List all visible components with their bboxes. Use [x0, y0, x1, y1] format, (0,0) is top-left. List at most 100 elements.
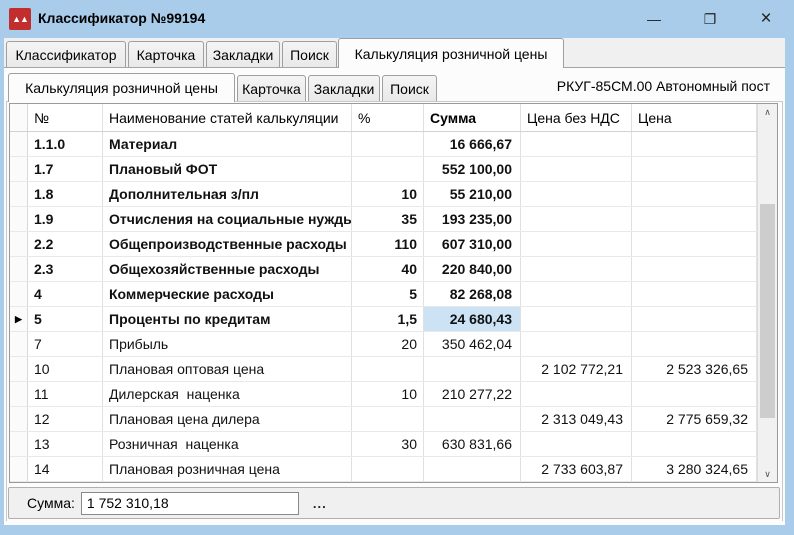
cell-price-no-vat[interactable]: 2 733 603,87 — [521, 457, 632, 481]
table-row[interactable]: 2.2Общепроизводственные расходы110607 31… — [10, 232, 757, 257]
cell-percent[interactable]: 1,5 — [352, 307, 424, 331]
cell-percent[interactable]: 5 — [352, 282, 424, 306]
table-row[interactable]: 1.8Дополнительная з/пл1055 210,00 — [10, 182, 757, 207]
cell-price-no-vat[interactable] — [521, 232, 632, 256]
scroll-down-icon[interactable]: ∨ — [758, 466, 777, 482]
cell-no[interactable]: 5 — [28, 307, 103, 331]
cell-price[interactable] — [632, 332, 757, 356]
cell-price[interactable]: 2 775 659,32 — [632, 407, 757, 431]
cell-name[interactable]: Плановая розничная цена — [103, 457, 352, 481]
cell-percent[interactable]: 10 — [352, 182, 424, 206]
cell-no[interactable]: 1.7 — [28, 157, 103, 181]
cell-name[interactable]: Прибыль — [103, 332, 352, 356]
cell-no[interactable]: 2.3 — [28, 257, 103, 281]
cell-no[interactable]: 13 — [28, 432, 103, 456]
table-row[interactable]: 13Розничная наценка30630 831,66 — [10, 432, 757, 457]
cell-percent[interactable] — [352, 132, 424, 156]
outer-tab-4[interactable]: Поиск — [282, 41, 337, 67]
cell-price[interactable] — [632, 307, 757, 331]
cell-no[interactable]: 1.1.0 — [28, 132, 103, 156]
table-row[interactable]: 1.1.0Материал16 666,67 — [10, 132, 757, 157]
cell-name[interactable]: Коммерческие расходы — [103, 282, 352, 306]
outer-tab-1[interactable]: Классификатор — [6, 41, 126, 67]
outer-tab-2[interactable]: Карточка — [128, 41, 204, 67]
table-row[interactable]: 10Плановая оптовая цена2 102 772,212 523… — [10, 357, 757, 382]
cell-name[interactable]: Плановая цена дилера — [103, 407, 352, 431]
cell-sum[interactable] — [424, 357, 521, 381]
inner-tab-1[interactable]: Калькуляция розничной цены — [8, 73, 235, 102]
titlebar[interactable]: ▲▲ Классификатор №99194 — ❐ × — [0, 0, 794, 38]
cell-price-no-vat[interactable] — [521, 307, 632, 331]
cell-percent[interactable]: 110 — [352, 232, 424, 256]
scrollbar-thumb[interactable] — [760, 204, 775, 418]
table-row[interactable]: 11Дилерская наценка10210 277,22 — [10, 382, 757, 407]
cell-price[interactable] — [632, 382, 757, 406]
cell-name[interactable]: Дилерская наценка — [103, 382, 352, 406]
cell-percent[interactable]: 10 — [352, 382, 424, 406]
cell-no[interactable]: 11 — [28, 382, 103, 406]
cell-no[interactable]: 1.9 — [28, 207, 103, 231]
cell-percent[interactable] — [352, 157, 424, 181]
cell-sum[interactable]: 193 235,00 — [424, 207, 521, 231]
cell-price[interactable]: 3 280 324,65 — [632, 457, 757, 481]
cell-sum[interactable]: 607 310,00 — [424, 232, 521, 256]
cell-sum[interactable]: 630 831,66 — [424, 432, 521, 456]
cell-percent[interactable]: 20 — [352, 332, 424, 356]
outer-tab-5[interactable]: Калькуляция розничной цены — [338, 38, 564, 68]
cell-no[interactable]: 14 — [28, 457, 103, 481]
cell-price-no-vat[interactable] — [521, 282, 632, 306]
cell-name[interactable]: Плановый ФОТ — [103, 157, 352, 181]
scroll-up-icon[interactable]: ∧ — [758, 104, 777, 120]
cell-sum[interactable]: 552 100,00 — [424, 157, 521, 181]
cell-name[interactable]: Плановая оптовая цена — [103, 357, 352, 381]
cell-sum[interactable]: 16 666,67 — [424, 132, 521, 156]
maximize-button[interactable]: ❐ — [682, 0, 738, 38]
cell-name[interactable]: Проценты по кредитам — [103, 307, 352, 331]
table-row[interactable]: 12Плановая цена дилера 2 313 049,432 775 … — [10, 407, 757, 432]
cell-name[interactable]: Общепроизводственные расходы — [103, 232, 352, 256]
minimize-button[interactable]: — — [626, 0, 682, 38]
cell-percent[interactable] — [352, 457, 424, 481]
cell-price[interactable] — [632, 207, 757, 231]
cell-price[interactable] — [632, 232, 757, 256]
cell-sum[interactable]: 210 277,22 — [424, 382, 521, 406]
cell-sum[interactable]: 82 268,08 — [424, 282, 521, 306]
cell-percent[interactable] — [352, 407, 424, 431]
cell-price-no-vat[interactable] — [521, 182, 632, 206]
cell-price[interactable] — [632, 132, 757, 156]
cell-no[interactable]: 1.8 — [28, 182, 103, 206]
cell-percent[interactable]: 35 — [352, 207, 424, 231]
cell-price[interactable] — [632, 182, 757, 206]
cell-price-no-vat[interactable] — [521, 257, 632, 281]
table-row[interactable]: 2.3Общехозяйственные расходы40220 840,00 — [10, 257, 757, 282]
cell-percent[interactable]: 40 — [352, 257, 424, 281]
cell-sum[interactable]: 350 462,04 — [424, 332, 521, 356]
cell-sum[interactable]: 220 840,00 — [424, 257, 521, 281]
cell-no[interactable]: 2.2 — [28, 232, 103, 256]
cell-no[interactable]: 12 — [28, 407, 103, 431]
inner-tab-2[interactable]: Карточка — [237, 75, 306, 101]
cell-price[interactable] — [632, 282, 757, 306]
inner-tab-3[interactable]: Закладки — [308, 75, 380, 101]
table-row[interactable]: 1.7Плановый ФОТ 552 100,00 — [10, 157, 757, 182]
cell-price-no-vat[interactable] — [521, 132, 632, 156]
cell-sum[interactable]: 55 210,00 — [424, 182, 521, 206]
cell-name[interactable]: Общехозяйственные расходы — [103, 257, 352, 281]
cell-no[interactable]: 10 — [28, 357, 103, 381]
table-row[interactable]: 1.9Отчисления на социальные нужды35193 2… — [10, 207, 757, 232]
cell-price[interactable] — [632, 157, 757, 181]
more-button[interactable]: ... — [313, 496, 327, 511]
cell-name[interactable]: Дополнительная з/пл — [103, 182, 352, 206]
cell-name[interactable]: Розничная наценка — [103, 432, 352, 456]
cell-price[interactable] — [632, 257, 757, 281]
cell-no[interactable]: 7 — [28, 332, 103, 356]
vertical-scrollbar[interactable]: ∧ ∨ — [757, 104, 777, 482]
sum-input[interactable] — [81, 492, 299, 515]
cell-price-no-vat[interactable] — [521, 157, 632, 181]
cell-price-no-vat[interactable] — [521, 332, 632, 356]
outer-tab-3[interactable]: Закладки — [206, 41, 280, 67]
cell-sum[interactable] — [424, 457, 521, 481]
table-row[interactable]: ▶5Проценты по кредитам1,524 680,43 — [10, 307, 757, 332]
cell-price-no-vat[interactable]: 2 313 049,43 — [521, 407, 632, 431]
cell-price[interactable]: 2 523 326,65 — [632, 357, 757, 381]
